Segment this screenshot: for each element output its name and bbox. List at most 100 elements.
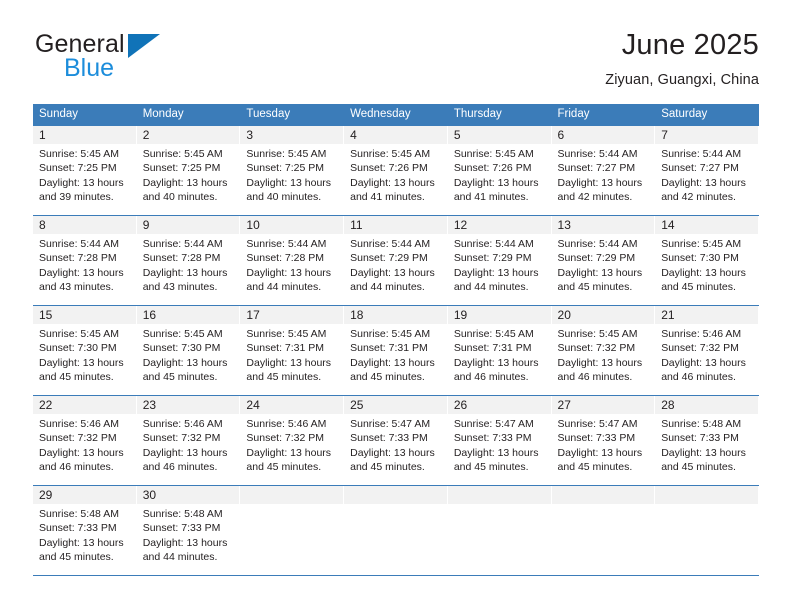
day-cell[interactable]: 18 Sunrise: 5:45 AM Sunset: 7:31 PM Dayligh… — [344, 305, 448, 396]
daylight-text-line2: and 40 minutes. — [246, 190, 322, 203]
day-number: 22 — [33, 396, 137, 414]
sunrise-text: Sunrise: 5:47 AM — [453, 418, 534, 430]
generalblue-logo[interactable]: General Blue — [33, 28, 243, 90]
daylight-text-line2: and 46 minutes. — [39, 460, 114, 473]
day-details: Sunrise: 5:44 AM Sunset: 7:28 PM Daylight:… — [137, 234, 241, 294]
day-cell[interactable]: 28 Sunrise: 5:48 AM Sunset: 7:33 PM Dayligh… — [655, 395, 759, 486]
sunset-text: Sunset: 7:32 PM — [246, 432, 325, 445]
sunrise-text: Sunrise: 5:44 AM — [39, 238, 119, 250]
sunrise-text: Sunrise: 5:45 AM — [39, 148, 119, 160]
day-number: 26 — [447, 396, 552, 414]
sunrise-text: Sunrise: 5:45 AM — [453, 328, 534, 340]
daylight-text-line1: Daylight: 13 hours — [350, 446, 435, 459]
daylight-text-line1: Daylight: 13 hours — [453, 356, 539, 369]
day-cell[interactable]: 1 Sunrise: 5:45 AM Sunset: 7:25 PM Daylight… — [33, 125, 137, 216]
day-cell[interactable]: 12 Sunrise: 5:44 AM Sunset: 7:29 PM Dayligh… — [447, 215, 552, 306]
logo-text-blue: Blue — [64, 54, 115, 82]
day-cell[interactable]: 19 Sunrise: 5:45 AM Sunset: 7:31 PM Dayligh… — [447, 305, 552, 396]
day-cell[interactable]: 14 Sunrise: 5:45 AM Sunset: 7:30 PM Dayligh… — [655, 215, 759, 306]
day-cell[interactable]: 4 Sunrise: 5:45 AM Sunset: 7:26 PM Daylight… — [344, 125, 448, 216]
sunset-text: Sunset: 7:30 PM — [661, 252, 739, 265]
sunset-text: Sunset: 7:32 PM — [142, 432, 221, 445]
day-cell[interactable]: 6 Sunrise: 5:44 AM Sunset: 7:27 PM Daylight… — [551, 125, 656, 216]
sunrise-text: Sunrise: 5:44 AM — [557, 148, 638, 160]
day-details: Sunrise: 5:45 AM Sunset: 7:30 PM Daylight:… — [655, 234, 759, 294]
day-number: 15 — [33, 306, 137, 324]
week-row: 22 Sunrise: 5:46 AM Sunset: 7:32 PM Dayligh… — [33, 395, 759, 486]
day-cell[interactable]: 2 Sunrise: 5:45 AM Sunset: 7:25 PM Daylight… — [136, 125, 241, 216]
day-details: Sunrise: 5:44 AM Sunset: 7:27 PM Daylight:… — [655, 144, 759, 204]
day-cell[interactable]: 17 Sunrise: 5:45 AM Sunset: 7:31 PM Dayligh… — [240, 305, 345, 396]
day-number: 8 — [33, 216, 137, 234]
day-cell[interactable]: 7 Sunrise: 5:44 AM Sunset: 7:27 PM Daylight… — [655, 125, 759, 216]
day-details: Sunrise: 5:48 AM Sunset: 7:33 PM Daylight:… — [137, 504, 241, 564]
daylight-text-line1: Daylight: 13 hours — [142, 176, 228, 189]
daylight-text-line2: and 45 minutes. — [661, 280, 736, 293]
daylight-text-line2: and 45 minutes. — [661, 460, 736, 473]
day-cell-empty — [551, 485, 656, 576]
daylight-text-line1: Daylight: 13 hours — [39, 446, 124, 459]
day-number: 17 — [240, 306, 345, 324]
daylight-text-line1: Daylight: 13 hours — [246, 446, 332, 459]
sunset-text: Sunset: 7:25 PM — [246, 162, 325, 175]
week-row: 15 Sunrise: 5:45 AM Sunset: 7:30 PM Dayligh… — [33, 305, 759, 396]
day-details: Sunrise: 5:44 AM Sunset: 7:29 PM Daylight:… — [344, 234, 448, 294]
day-details: Sunrise: 5:44 AM Sunset: 7:29 PM Daylight:… — [448, 234, 552, 294]
day-number: 3 — [240, 126, 345, 144]
day-cell[interactable]: 11 Sunrise: 5:44 AM Sunset: 7:29 PM Dayligh… — [344, 215, 448, 306]
day-cell[interactable]: 13 Sunrise: 5:44 AM Sunset: 7:29 PM Dayligh… — [551, 215, 656, 306]
sunset-text: Sunset: 7:32 PM — [557, 342, 636, 355]
day-details: Sunrise: 5:47 AM Sunset: 7:33 PM Daylight:… — [448, 414, 552, 474]
day-cell[interactable]: 23 Sunrise: 5:46 AM Sunset: 7:32 PM Dayligh… — [136, 395, 241, 486]
day-cell[interactable]: 15 Sunrise: 5:45 AM Sunset: 7:30 PM Dayligh… — [33, 305, 137, 396]
day-number — [344, 486, 448, 504]
day-cell[interactable]: 25 Sunrise: 5:47 AM Sunset: 7:33 PM Dayligh… — [344, 395, 448, 486]
day-details: Sunrise: 5:46 AM Sunset: 7:32 PM Daylight:… — [33, 414, 137, 474]
day-number: 9 — [136, 216, 241, 234]
weekday-header-thursday: Thursday — [447, 104, 552, 126]
day-details: Sunrise: 5:45 AM Sunset: 7:26 PM Daylight:… — [448, 144, 552, 204]
day-cell[interactable]: 20 Sunrise: 5:45 AM Sunset: 7:32 PM Dayligh… — [551, 305, 656, 396]
day-cell[interactable]: 27 Sunrise: 5:47 AM Sunset: 7:33 PM Dayligh… — [551, 395, 656, 486]
day-cell-empty — [240, 485, 345, 576]
day-cell-empty — [344, 485, 448, 576]
day-number: 30 — [136, 486, 241, 504]
day-cell[interactable]: 22 Sunrise: 5:46 AM Sunset: 7:32 PM Dayligh… — [33, 395, 137, 486]
daylight-text-line2: and 45 minutes. — [557, 280, 633, 293]
page-header: General Blue June 2025 Ziyuan, Guangxi, … — [33, 28, 759, 96]
day-number: 29 — [33, 486, 137, 504]
day-number: 6 — [551, 126, 656, 144]
day-details: Sunrise: 5:48 AM Sunset: 7:33 PM Daylight:… — [655, 414, 759, 474]
daylight-text-line1: Daylight: 13 hours — [142, 356, 228, 369]
weekday-header-friday: Friday — [551, 104, 656, 126]
day-cell[interactable]: 9 Sunrise: 5:44 AM Sunset: 7:28 PM Daylight… — [136, 215, 241, 306]
daylight-text-line1: Daylight: 13 hours — [142, 266, 228, 279]
day-cell[interactable]: 16 Sunrise: 5:45 AM Sunset: 7:30 PM Dayligh… — [136, 305, 241, 396]
daylight-text-line2: and 45 minutes. — [142, 370, 218, 383]
day-number — [240, 486, 345, 504]
daylight-text-line1: Daylight: 13 hours — [453, 176, 539, 189]
day-cell[interactable]: 3 Sunrise: 5:45 AM Sunset: 7:25 PM Daylight… — [240, 125, 345, 216]
day-cell[interactable]: 29 Sunrise: 5:48 AM Sunset: 7:33 PM Dayligh… — [33, 485, 137, 576]
day-cell[interactable]: 8 Sunrise: 5:44 AM Sunset: 7:28 PM Daylight… — [33, 215, 137, 306]
daylight-text-line1: Daylight: 13 hours — [39, 356, 124, 369]
sunset-text: Sunset: 7:28 PM — [246, 252, 325, 265]
day-cell-empty — [655, 485, 759, 576]
sunset-text: Sunset: 7:26 PM — [453, 162, 532, 175]
day-cell[interactable]: 26 Sunrise: 5:47 AM Sunset: 7:33 PM Dayligh… — [447, 395, 552, 486]
day-cell[interactable]: 5 Sunrise: 5:45 AM Sunset: 7:26 PM Daylight… — [447, 125, 552, 216]
day-number — [447, 486, 552, 504]
day-cell[interactable]: 10 Sunrise: 5:44 AM Sunset: 7:28 PM Dayligh… — [240, 215, 345, 306]
daylight-text-line1: Daylight: 13 hours — [39, 536, 124, 549]
sunrise-text: Sunrise: 5:45 AM — [350, 328, 431, 340]
daylight-text-line1: Daylight: 13 hours — [661, 176, 746, 189]
page-title: June 2025 — [621, 29, 759, 61]
day-cell[interactable]: 24 Sunrise: 5:46 AM Sunset: 7:32 PM Dayligh… — [240, 395, 345, 486]
day-cell[interactable]: 21 Sunrise: 5:46 AM Sunset: 7:32 PM Dayligh… — [655, 305, 759, 396]
sunrise-text: Sunrise: 5:45 AM — [661, 238, 742, 250]
sunset-text: Sunset: 7:28 PM — [39, 252, 117, 265]
day-cell[interactable]: 30 Sunrise: 5:48 AM Sunset: 7:33 PM Dayligh… — [136, 485, 241, 576]
day-number: 25 — [344, 396, 448, 414]
daylight-text-line2: and 46 minutes. — [557, 370, 633, 383]
sunrise-text: Sunrise: 5:48 AM — [39, 508, 119, 520]
